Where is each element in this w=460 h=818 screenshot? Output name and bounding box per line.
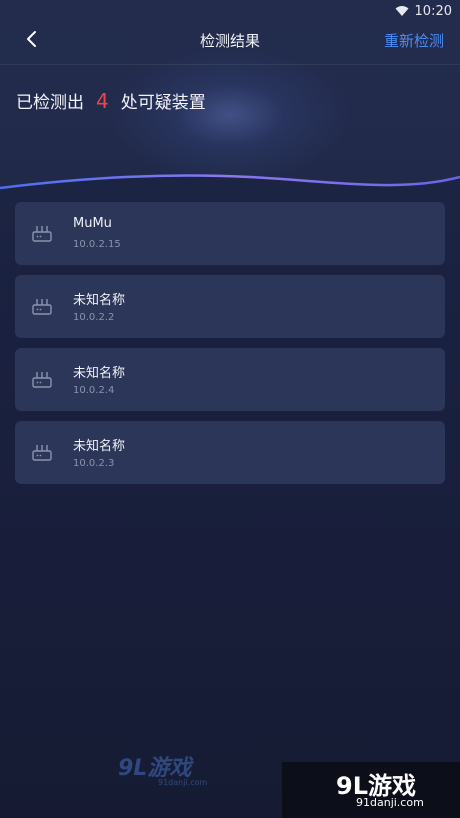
- device-name: MuMu: [73, 216, 112, 231]
- router-icon: [32, 226, 52, 242]
- wifi-icon: [395, 6, 409, 16]
- device-ip: 10.0.2.3: [73, 458, 115, 469]
- watermark-center: 9L游戏 91danji.com: [118, 750, 207, 787]
- router-icon: [32, 372, 52, 388]
- wave-divider: [0, 174, 460, 205]
- device-ip: 10.0.2.15: [73, 239, 121, 250]
- device-ip: 10.0.2.4: [73, 385, 115, 396]
- watermark-center-site: 91danji.com: [158, 778, 208, 787]
- router-icon: [32, 299, 52, 315]
- device-item[interactable]: 未知名称 10.0.2.2: [15, 275, 445, 338]
- device-list: MuMu 10.0.2.15 未知名称 10.0.2.2 未知名称 10.0.2…: [15, 202, 445, 494]
- status-time: 10:20: [414, 3, 452, 19]
- device-item[interactable]: MuMu 10.0.2.15: [15, 202, 445, 265]
- device-name: 未知名称: [73, 293, 126, 308]
- device-item[interactable]: 未知名称 10.0.2.3: [15, 421, 445, 484]
- device-item[interactable]: 未知名称 10.0.2.4: [15, 348, 445, 411]
- watermark-corner: 9L游戏 91danji.com: [282, 762, 460, 818]
- device-name: 未知名称: [73, 439, 126, 454]
- nav-bar: 检测结果 重新检测: [0, 22, 460, 58]
- router-icon: [32, 445, 52, 461]
- suspicious-count: 4: [96, 89, 109, 113]
- detection-summary: 已检测出 4 处可疑装置: [16, 88, 206, 113]
- summary-suffix: 处可疑装置: [120, 93, 206, 113]
- status-bar: 10:20: [0, 0, 460, 22]
- summary-prefix: 已检测出: [16, 93, 84, 113]
- header-divider: [0, 64, 460, 65]
- rescan-button[interactable]: 重新检测: [384, 30, 444, 51]
- watermark-corner-site: 91danji.com: [356, 796, 424, 809]
- device-ip: 10.0.2.2: [73, 312, 115, 323]
- device-name: 未知名称: [73, 366, 126, 381]
